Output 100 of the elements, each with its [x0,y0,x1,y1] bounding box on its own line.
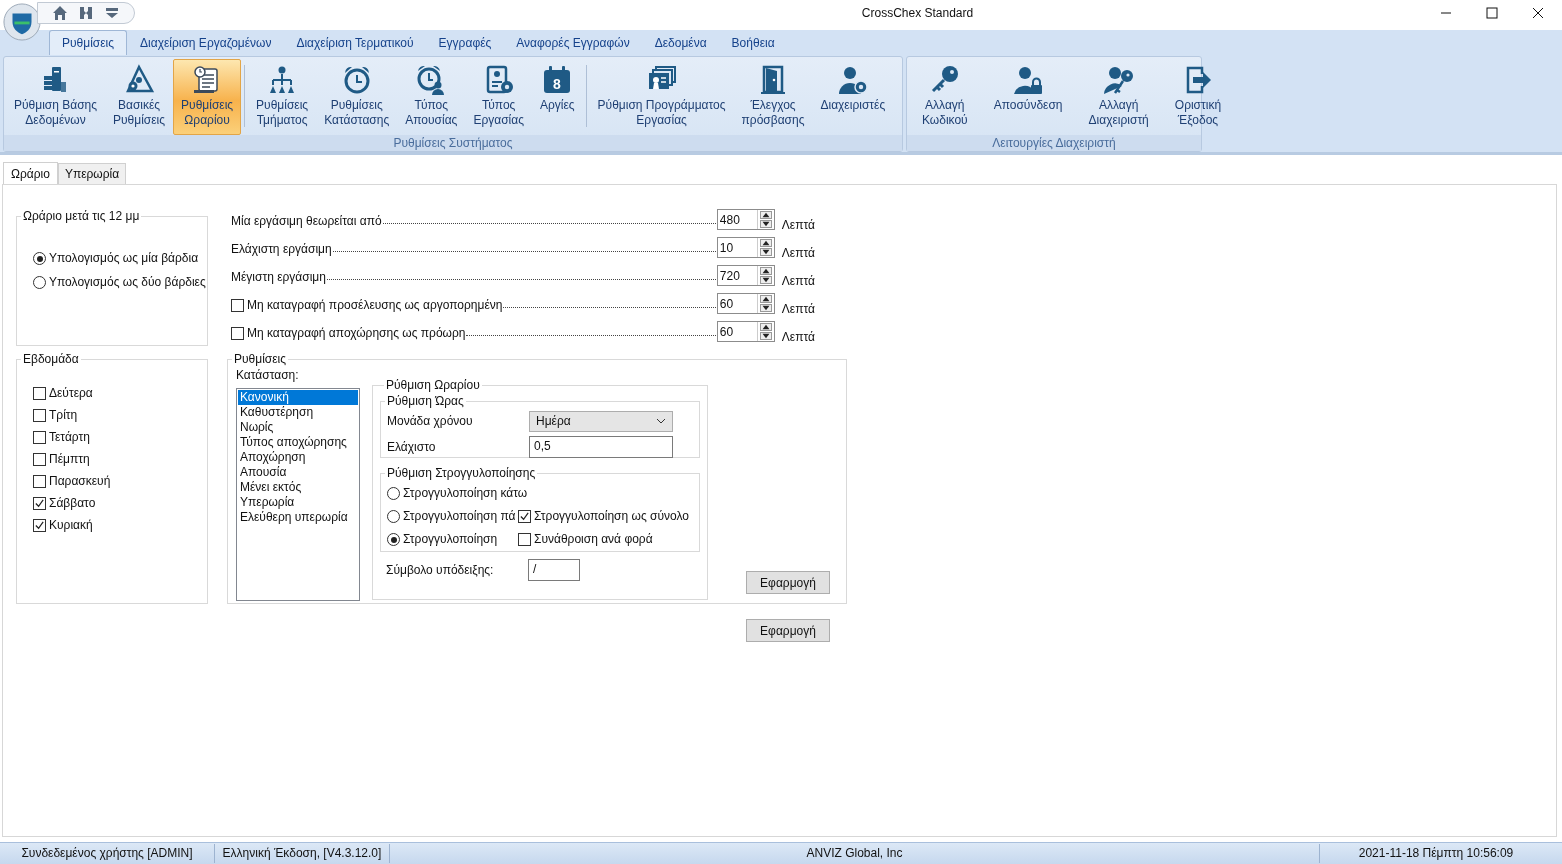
option-label: Τετάρτη [49,430,90,445]
list-item[interactable]: Καθυστέρηση [238,405,358,420]
option-label: Στρογγυλοποίηση ως σύνολο [534,509,689,524]
radio-button[interactable] [387,510,400,523]
option-label: Κυριακή [49,518,93,533]
radio-button[interactable] [33,276,46,289]
radio-button[interactable] [387,487,400,500]
list-item[interactable]: Κανονική [238,390,358,405]
checkbox[interactable] [33,519,46,532]
checkbox[interactable] [33,475,46,488]
option-label: Υπολογισμός ως δύο βάρδιες [49,275,206,290]
input-field[interactable]: 0,5 [529,436,673,458]
field-label: Ελάχιστο [387,440,437,454]
ribbon-button[interactable]: Έλεγχος πρόσβασης [733,59,813,135]
option-label: Σάββατο [49,496,96,511]
ribbon-button[interactable]: Ρύθμιση Προγράμματος Εργασίας [589,59,734,135]
maximize-icon[interactable] [1486,7,1498,19]
ribbon-tab[interactable]: Ρυθμίσεις [49,30,128,55]
radio-button[interactable] [387,533,400,546]
window-title: CrossChex Standard [860,5,975,20]
ribbon-tab[interactable]: Βοήθεια [719,31,787,55]
ribbon-button[interactable]: 8 Αργίες [531,59,583,135]
chevron-down-icon [656,418,666,424]
option-label: Πέμπτη [49,452,90,467]
field-label: Μέγιστη εργάσιμη [231,269,326,284]
usergear-icon [836,64,869,96]
unit-label: Λεπτά [781,218,815,232]
group-title: Λειτουργίες Διαχειριστή [907,135,1201,151]
field-label: Μονάδα χρόνου [387,414,474,428]
option-label: Τρίτη [49,408,78,423]
unit-label: Λεπτά [781,302,815,316]
group-title: Εβδομάδα [22,352,80,366]
status-label: Κατάσταση: [236,368,300,382]
ribbon-tab[interactable]: Δεδομένα [642,31,719,55]
number-spinner[interactable]: 720 [716,265,775,286]
group-title: Ρύθμιση Ώρας [386,394,465,408]
ribbon-button[interactable]: Ρυθμίσεις Ωραρίου [173,59,242,135]
list-item[interactable]: Τύπος αποχώρησης [238,435,358,450]
ribbon-button[interactable]: Αποσύνδεση [980,59,1076,135]
unit-label: Λεπτά [781,330,815,344]
ribbon-button[interactable]: Ρυθμίσεις Τμήματος [248,59,317,135]
field-label: Σύμβολο υπόδειξης: [386,563,495,577]
group-title: Ρύθμιση Στρογγυλοποίησης [386,466,537,480]
number-spinner[interactable]: 60 [716,293,775,314]
checkbox[interactable] [33,497,46,510]
list-item[interactable]: Νωρίς [238,420,358,435]
ribbon-button[interactable]: Ρύθμιση Βάσης Δεδομένων [6,59,106,135]
status-text: Ελληνική Έκδοση, [V4.3.12.0] [215,844,390,863]
list-item[interactable]: Αποχώρηση [238,450,358,465]
group-title: Ρυθμίσεις Συστήματος [4,135,902,151]
option-label: Δεύτερα [49,386,93,401]
checkbox[interactable] [33,431,46,444]
checkbox[interactable] [33,387,46,400]
userlock-icon [1012,64,1045,96]
option-label: Μη καταγραφή αποχώρησης ως πρόωρη [247,326,466,341]
ribbon-tab[interactable]: Εγγραφές [426,31,504,55]
checkbox[interactable] [518,533,531,546]
checkbox[interactable] [518,510,531,523]
ribbon-tab[interactable]: Διαχείριση Εργαζομένων [128,31,284,55]
option-label: Παρασκευή [49,474,111,489]
checkbox[interactable] [33,409,46,422]
unit-label: Λεπτά [781,246,815,260]
ribbon-tab[interactable]: Αναφορές Εγγραφών [504,31,642,55]
checkbox[interactable] [33,453,46,466]
number-spinner[interactable]: 10 [716,237,775,258]
group-title: Ρύθμιση Ωραρίου [385,378,481,392]
dropdown-icon[interactable] [104,5,120,21]
status-text: Συνδεδεμένος χρήστης [ADMIN] [0,844,215,863]
ribbon-button[interactable]: Αλλαγή Κωδικού [909,59,981,135]
number-spinner[interactable]: 60 [716,321,775,342]
number-spinner[interactable]: 480 [716,209,775,230]
ribbon-button[interactable]: Διαχειριστές [812,59,894,135]
apply-button[interactable]: Εφαρμογή [746,571,830,594]
ribbon-tab[interactable]: Διαχείριση Τερματικού [284,31,426,55]
unit-dropdown[interactable]: Ημέρα [529,410,673,432]
close-icon[interactable] [1532,7,1544,19]
ribbon-button[interactable]: Τύπος Απουσίας [397,59,466,135]
radio-button[interactable] [33,252,46,265]
option-label: Συνάθροιση ανά φορά [534,532,653,547]
group-title: Ρυθμίσεις [233,352,288,366]
ribbon-button[interactable]: Βασικές Ρυθμίσεις [105,59,174,135]
list-item[interactable]: Υπερωρία [238,495,358,510]
ribbon-button[interactable]: Ρυθμίσεις Κατάστασης [316,59,398,135]
home-icon[interactable] [52,5,68,21]
list-item[interactable]: Απουσία [238,465,358,480]
tab[interactable]: Ωράριο [3,162,58,184]
option-label: Στρογγυλοποίηση [403,532,498,547]
checkbox[interactable] [231,327,244,340]
ribbon-button[interactable]: Τύπος Εργασίας [465,59,532,135]
ribbon-button[interactable]: Αλλαγή Διαχειριστή [1075,59,1162,135]
option-label: Υπολογισμός ως μία βάρδια [49,251,199,266]
ribbon-button[interactable]: Οριστική Έξοδος [1161,59,1235,135]
group-title: Ωράριο μετά τις 12 μμ [22,209,141,223]
input-field[interactable]: / [528,559,580,581]
tab[interactable]: Υπερωρία [57,163,127,184]
list-item[interactable]: Ελεύθερη υπερωρία [238,510,358,525]
list-item[interactable]: Μένει εκτός [238,480,358,495]
option-label: Στρογγυλοποίηση κάτω [403,486,528,501]
checkbox[interactable] [231,299,244,312]
apply-button[interactable]: Εφαρμογή [746,619,830,642]
